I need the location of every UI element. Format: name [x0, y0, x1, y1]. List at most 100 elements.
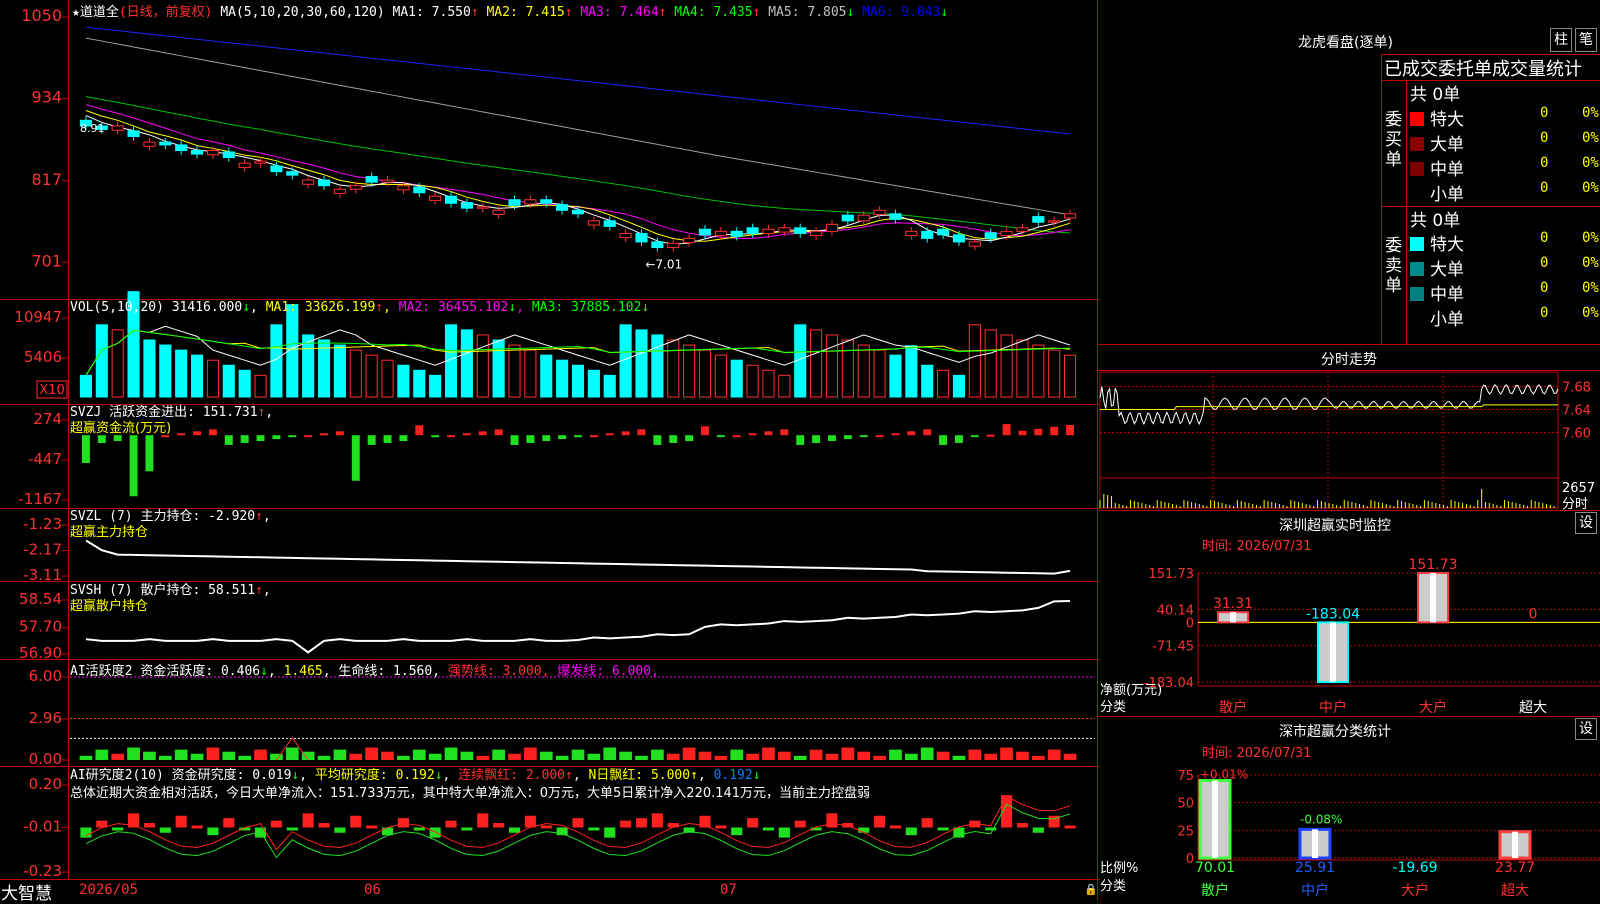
candle-body [619, 232, 632, 239]
volume-bar [1064, 354, 1077, 398]
ai-research-legend: AI研究度2(10) 资金研究度: 0.019↓, 平均研究度: 0.192↓,… [70, 768, 871, 801]
volume-bar [413, 369, 426, 398]
candle-body [175, 144, 188, 152]
volume-bar [206, 359, 219, 398]
side-title: 龙虎看盘(逐单) [1298, 35, 1393, 51]
fund-flow-bar [431, 435, 440, 438]
candle-body [762, 228, 775, 234]
ai-active-legend: AI活跃度2 资金活跃度: 0.406↓, 1.465, 生命线: 1.560,… [70, 664, 659, 679]
research-bar [604, 827, 616, 838]
classify-bar-highlight [1212, 780, 1218, 858]
ma-legend-item: MA1: 7.550↑ [392, 5, 479, 20]
research-bar [461, 827, 473, 831]
classify-change-label: -0.08% [1300, 812, 1342, 826]
ma-legend-values: MA1: 7.550↑ MA2: 7.415↑ MA3: 7.464↑ MA4:… [393, 5, 949, 20]
candle-body [937, 228, 950, 236]
intraday-axis-label: 7.68 [1562, 381, 1591, 396]
category-count: 0 [1540, 305, 1549, 321]
classify-value-label: 23.77 [1495, 860, 1535, 876]
intraday-avg-line [1100, 404, 1558, 410]
fund-flow-bar [669, 435, 678, 443]
research-bar [286, 827, 298, 831]
vol-legend: VOL(5,10,20) 31416.000↓, MA1: 33626.199↑… [70, 300, 650, 315]
activity-bar [635, 755, 648, 760]
classify-axis-label: 25 [1177, 824, 1194, 839]
research-bar [429, 827, 441, 838]
candle-body [222, 151, 235, 159]
research-bar [635, 818, 648, 828]
volume-bar [349, 349, 362, 398]
volume-bar [381, 359, 394, 398]
candle-body [540, 199, 553, 204]
fund-flow-bar [923, 429, 932, 436]
category-pct: 0% [1582, 305, 1599, 321]
fund-flow-bar [335, 431, 344, 436]
order-stat-row: 小单 0 0% [1410, 305, 1600, 330]
svsh-axis-label: 56.90 [19, 644, 62, 662]
monitor-category-label: 散户 [1219, 699, 1247, 716]
fund-flow-bar [701, 426, 709, 436]
candle-body [730, 230, 743, 237]
volume-bar [190, 354, 204, 398]
monitor-bar [1217, 611, 1249, 624]
activity-bar [825, 753, 839, 760]
fund-flow-bar [367, 435, 376, 445]
activity-bar [651, 749, 664, 760]
category-name: 大单 [1430, 260, 1464, 280]
activity-bar [619, 751, 632, 760]
price-axis-label: 1050 [21, 6, 62, 25]
research-bar [588, 827, 600, 831]
vol-unit-label: X10 [39, 383, 64, 398]
bar-mode-button[interactable]: 柱 [1550, 28, 1572, 52]
classify-settings-button[interactable]: 设 [1575, 718, 1597, 740]
volume-bar [1032, 344, 1045, 398]
volume-bar [429, 374, 442, 398]
ma6-line [85, 26, 1071, 135]
fund-flow-bar [558, 435, 567, 440]
activity-bar [904, 753, 918, 760]
activity-bar [143, 751, 156, 760]
fund-flow-bar [304, 435, 313, 438]
fund-flow-bar [637, 429, 646, 436]
classify-value-label: -19.69 [1392, 860, 1437, 876]
monitor-settings-button[interactable]: 设 [1575, 512, 1597, 534]
activity-bar [666, 753, 680, 760]
star-icon[interactable]: ★ [72, 5, 80, 20]
volume-bar [587, 369, 600, 398]
ma-legend-item: MA2: 7.415↑ [478, 5, 573, 20]
svzl-axis-label: -3.11 [23, 566, 62, 584]
category-pct: 0% [1582, 255, 1599, 271]
candle-body [333, 188, 346, 194]
candle-body [302, 179, 315, 185]
fund-flow-bar [907, 431, 916, 436]
research-bar [715, 825, 727, 829]
candle-body [984, 232, 997, 239]
candle-body [603, 220, 616, 227]
intraday-frame [1099, 371, 1559, 509]
activity-bar [1000, 747, 1013, 760]
fund-flow-bar [320, 433, 328, 436]
kline-chart-area[interactable]: 1050 934 817 701 ←7.01 8.91 10947 5406 X10 274 -44… [0, 0, 1100, 900]
volume-bar [254, 374, 267, 398]
stock-name: 道道全 [79, 5, 119, 20]
price-axis-label: 817 [31, 170, 62, 189]
volume-bar [683, 344, 696, 398]
fund-flow-bar [145, 435, 154, 472]
monitor-category-label: 中户 [1319, 699, 1347, 716]
candle-body [635, 232, 648, 243]
volume-bar [540, 354, 553, 398]
fund-flow-bar [494, 429, 503, 436]
classify-bar [1498, 830, 1532, 860]
ai-research-axis-label: 0.20 [29, 775, 62, 793]
activity-bar [936, 751, 950, 760]
lock-icon[interactable]: 🔒 [1084, 883, 1098, 896]
pen-mode-button[interactable]: 笔 [1575, 28, 1597, 52]
activity-bar [349, 753, 363, 760]
fund-flow-bar [1018, 430, 1027, 436]
candle-body [460, 202, 473, 209]
date-label-jul: 07 [720, 882, 737, 898]
candle-body [889, 213, 902, 220]
category-swatch [1410, 112, 1424, 126]
activity-bar [158, 755, 172, 760]
candle-body [857, 214, 870, 222]
